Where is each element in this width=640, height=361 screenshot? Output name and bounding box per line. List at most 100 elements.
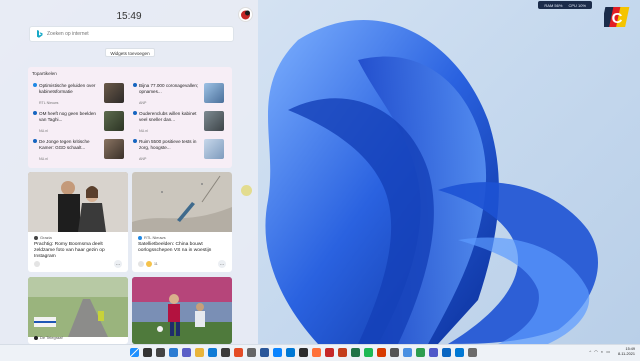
news-card-photo	[28, 277, 128, 337]
top-stories-card: Topartikelen Optimistische geluiden over…	[28, 67, 232, 168]
news-source: ANP	[139, 156, 147, 161]
mail-icon[interactable]	[286, 348, 295, 357]
system-tray: ^ ◠ ◖ ▭	[589, 349, 610, 354]
top-stories-heading: Topartikelen	[32, 71, 57, 76]
mouse-cursor-highlight	[241, 185, 252, 196]
news-source: NU.nl	[39, 156, 48, 161]
satellite-photo-icon	[132, 172, 232, 232]
news-thumbnail	[104, 139, 124, 159]
news-thumbnail	[104, 111, 124, 131]
taskbar-date: 8-11-2021	[617, 352, 635, 356]
news-card-source-label: De Telegraaf	[40, 335, 63, 340]
edge-icon[interactable]	[208, 348, 217, 357]
news-item[interactable]: De Jonge tegen kritische Kamer: GGD scha…	[32, 139, 128, 164]
news-card-source: De Telegraaf	[34, 335, 63, 340]
firefox-icon[interactable]	[312, 348, 321, 357]
speaker-icon[interactable]: ◖	[601, 349, 603, 354]
task-view-icon[interactable]	[156, 348, 165, 357]
nu-nl-icon	[33, 139, 37, 143]
profile-avatar[interactable]	[238, 7, 253, 22]
calc-icon[interactable]	[468, 348, 477, 357]
news-thumbnail	[104, 83, 124, 103]
explorer-icon[interactable]	[195, 348, 204, 357]
news-thumbnail	[204, 139, 224, 159]
camera-icon[interactable]	[390, 348, 399, 357]
anp-icon	[133, 139, 137, 143]
search-box[interactable]	[29, 26, 234, 42]
news-card-title: Prachtig: Romy Boomsma deelt zeldzame fo…	[34, 242, 105, 260]
nu-nl-icon	[33, 111, 37, 115]
start-icon[interactable]	[130, 348, 139, 357]
news-thumbnail	[204, 111, 224, 131]
chevron-up-icon[interactable]: ^	[589, 349, 591, 354]
news-title: OM heeft nog geen beelden van Taghi...	[39, 111, 96, 122]
channel-logo: C	[604, 7, 630, 27]
news-card[interactable]: Grazia Prachtig: Romy Boomsma deelt zeld…	[28, 172, 128, 272]
office-icon[interactable]	[377, 348, 386, 357]
news-card-source-label: RTL Nieuws	[144, 235, 166, 240]
news-source: NU.nl	[139, 128, 148, 133]
more-options-button[interactable]: …	[218, 260, 226, 268]
terminal-icon[interactable]	[299, 348, 308, 357]
news-item[interactable]: OM heeft nog geen beelden van Taghi... N…	[32, 111, 128, 136]
news-card[interactable]: RTL Nieuws Satellietbeelden: China bouwt…	[132, 172, 232, 272]
video-icon[interactable]	[325, 348, 334, 357]
news-card-title: Satellietbeelden: China bouwt oorlogssch…	[138, 242, 212, 254]
rtl-news-icon	[138, 235, 142, 240]
onedrive-icon[interactable]	[442, 348, 451, 357]
sports-photo-icon	[132, 277, 232, 344]
store-icon[interactable]	[221, 348, 230, 357]
spotify-icon[interactable]	[364, 348, 373, 357]
bing-icon	[37, 30, 43, 38]
news-card-photo	[28, 172, 128, 232]
more-options-button[interactable]: …	[114, 260, 122, 268]
news-card[interactable]	[132, 277, 232, 344]
like-icon[interactable]	[138, 261, 144, 267]
news-card-footer: …	[34, 260, 122, 268]
nu-nl-icon	[133, 111, 137, 115]
news-card-photo	[132, 172, 232, 232]
widgets-icon[interactable]	[169, 348, 178, 357]
widgets-panel: 15:49 Widgets toevoegen Topartikelen Opt…	[0, 0, 258, 344]
search-input[interactable]	[44, 31, 230, 37]
news-thumbnail	[204, 83, 224, 103]
news-title: Optimistische geluiden over kabinetsform…	[39, 83, 96, 94]
news-item[interactable]: Bijna 77.000 coronagevallen; opnames... …	[132, 83, 228, 108]
taskbar-icons	[130, 348, 477, 357]
chat-icon[interactable]	[182, 348, 191, 357]
settings-icon[interactable]	[247, 348, 256, 357]
excel-icon[interactable]	[351, 348, 360, 357]
search-icon[interactable]	[143, 348, 152, 357]
news-item[interactable]: Ouderenclubs willen kabinet veel sneller…	[132, 111, 228, 136]
notepad-icon[interactable]	[403, 348, 412, 357]
people-photo-icon	[28, 172, 128, 232]
like-icon[interactable]	[34, 261, 40, 267]
chrome-icon[interactable]	[234, 348, 243, 357]
system-monitor: RAM 56% CPU 10%	[538, 1, 592, 9]
green-app-icon[interactable]	[416, 348, 425, 357]
outlook-icon[interactable]	[455, 348, 464, 357]
anp-icon	[133, 83, 137, 87]
svg-text:C: C	[612, 10, 623, 27]
news-title: De Jonge tegen kritische Kamer: GGD scha…	[39, 139, 90, 150]
news-source: ANP	[139, 100, 147, 105]
telegraaf-icon	[34, 335, 38, 340]
battery-icon[interactable]: ▭	[606, 349, 610, 354]
avatar-icon	[241, 10, 250, 20]
ram-usage: RAM 56%	[544, 2, 563, 8]
news-item[interactable]: Optimistische geluiden over kabinetsform…	[32, 83, 128, 108]
powerpoint-icon[interactable]	[338, 348, 347, 357]
word-icon[interactable]	[260, 348, 269, 357]
news-card-source-label: Grazia	[40, 235, 52, 240]
photos-icon[interactable]	[273, 348, 282, 357]
teams-icon[interactable]	[429, 348, 438, 357]
news-item[interactable]: Ruim 5500 positieve tests in zorg, hoogs…	[132, 139, 228, 164]
news-card-footer: 11 …	[138, 260, 226, 268]
news-title: Bijna 77.000 coronagevallen; opnames...	[139, 83, 199, 94]
reaction-emoji-icon	[146, 261, 152, 267]
wifi-icon[interactable]: ◠	[594, 349, 598, 354]
add-widgets-button[interactable]: Widgets toevoegen	[105, 48, 155, 57]
windows-bloom-wallpaper	[265, 19, 598, 344]
news-card[interactable]: De Telegraaf	[28, 277, 128, 344]
taskbar-clock[interactable]: 15:49 8-11-2021	[618, 347, 635, 357]
